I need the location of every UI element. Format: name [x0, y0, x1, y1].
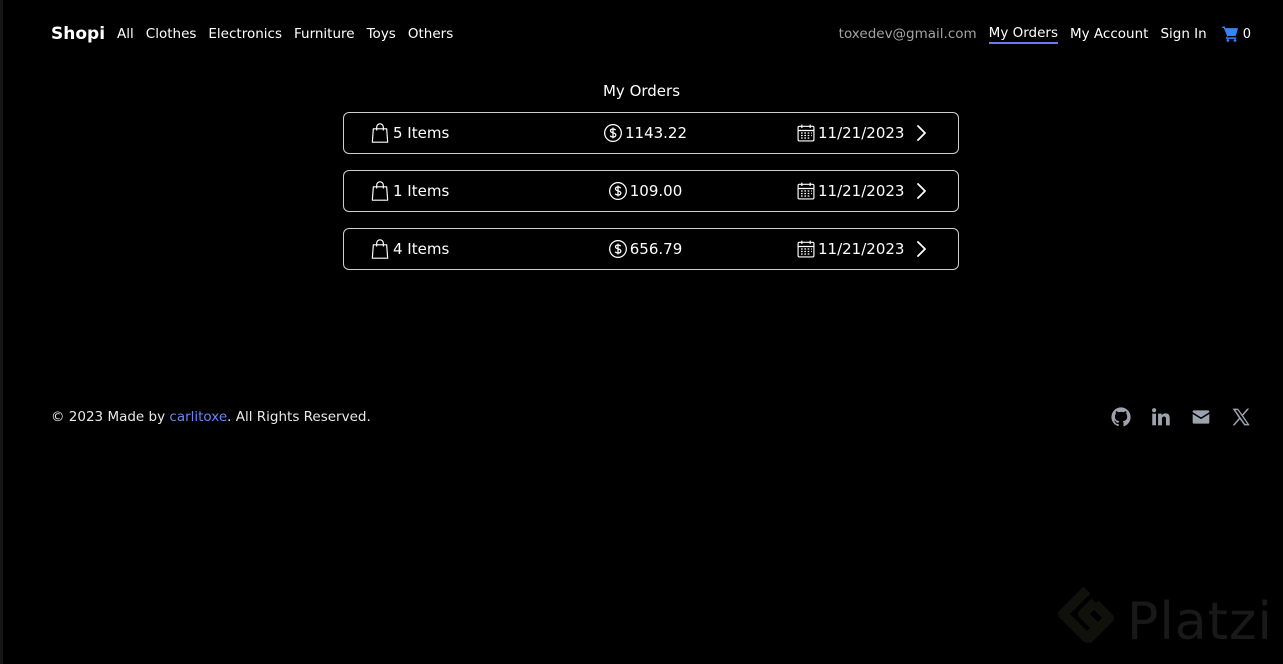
x-link[interactable] [1231, 407, 1251, 427]
nav-link-clothes[interactable]: Clothes [146, 26, 197, 42]
nav-right: toxedev@gmail.com My Orders My Account S… [839, 25, 1251, 44]
order-date: 11/21/2023 [796, 113, 904, 153]
chevron-right-icon [917, 241, 926, 257]
nav-link-others[interactable]: Others [408, 26, 453, 42]
order-date-value: 11/21/2023 [818, 182, 905, 200]
nav-link-all[interactable]: All [117, 26, 134, 42]
author-link[interactable]: carlitoxe [169, 409, 227, 425]
copyright-text: © 2023 Made by carlitoxe. All Rights Res… [51, 409, 371, 425]
order-date-value: 11/21/2023 [818, 240, 905, 258]
dollar-circle-icon [604, 124, 622, 142]
nav-left: Shopi All Clothes Electronics Furniture … [51, 24, 465, 44]
page-title: My Orders [602, 82, 681, 100]
calendar-icon [797, 182, 815, 200]
order-date-value: 11/21/2023 [818, 124, 905, 142]
order-open[interactable] [914, 229, 928, 269]
platzi-logo-icon [1058, 586, 1114, 644]
chevron-right-icon [917, 125, 926, 141]
order-total-value: 109.00 [629, 182, 683, 200]
order-open[interactable] [914, 113, 928, 153]
order-items-count: 5 Items [393, 124, 450, 142]
linkedin-icon [1152, 408, 1170, 426]
social-links [1091, 407, 1251, 427]
order-card[interactable]: 5 Items 1143.22 11/21/2023 [343, 112, 959, 154]
orders-list: 5 Items 1143.22 11/21/2023 1 Items 109.0… [343, 112, 959, 286]
footer: © 2023 Made by carlitoxe. All Rights Res… [51, 404, 1251, 430]
mail-icon [1192, 410, 1210, 424]
order-total-value: 1143.22 [624, 124, 688, 142]
calendar-icon [797, 124, 815, 142]
copyright-suffix: . All Rights Reserved. [227, 409, 371, 425]
dollar-circle-icon [608, 182, 627, 200]
shopping-cart-icon [1221, 26, 1238, 42]
cart-button[interactable]: 0 [1221, 25, 1251, 43]
x-icon [1232, 408, 1250, 426]
order-total: 109.00 [580, 171, 710, 211]
nav-link-sign-in[interactable]: Sign In [1160, 26, 1206, 42]
order-total-value: 656.79 [629, 240, 683, 258]
calendar-icon [797, 240, 815, 258]
order-total: 656.79 [580, 229, 710, 269]
order-date: 11/21/2023 [796, 171, 904, 211]
copyright-prefix: © 2023 Made by [51, 409, 170, 425]
dollar-circle-icon [608, 240, 627, 258]
github-link[interactable] [1111, 407, 1131, 427]
nav-link-electronics[interactable]: Electronics [208, 26, 282, 42]
order-items: 4 Items [370, 229, 449, 269]
order-items: 1 Items [370, 171, 449, 211]
chevron-right-icon [917, 183, 926, 199]
order-card[interactable]: 1 Items 109.00 11/21/2023 [343, 170, 959, 212]
order-total: 1143.22 [580, 113, 710, 153]
platzi-watermark: Platzi [1055, 584, 1273, 660]
order-card[interactable]: 4 Items 656.79 11/21/2023 [343, 228, 959, 270]
user-email: toxedev@gmail.com [838, 26, 977, 42]
shopping-bag-icon [371, 239, 389, 259]
shopping-bag-icon [371, 123, 389, 143]
order-items: 5 Items [370, 113, 449, 153]
nav-link-furniture[interactable]: Furniture [294, 26, 355, 42]
linkedin-link[interactable] [1151, 407, 1171, 427]
order-items-count: 4 Items [393, 240, 450, 258]
watermark-text: Platzi [1127, 592, 1273, 652]
navbar: Shopi All Clothes Electronics Furniture … [51, 20, 1251, 48]
nav-link-toys[interactable]: Toys [367, 26, 396, 42]
email-link[interactable] [1191, 407, 1211, 427]
shopping-bag-icon [371, 181, 389, 201]
nav-link-my-orders[interactable]: My Orders [988, 25, 1058, 44]
nav-link-my-account[interactable]: My Account [1070, 26, 1148, 42]
brand-logo[interactable]: Shopi [51, 24, 105, 44]
order-items-count: 1 Items [393, 182, 450, 200]
order-open[interactable] [914, 171, 928, 211]
order-date: 11/21/2023 [796, 229, 904, 269]
github-icon [1111, 407, 1131, 427]
cart-count: 0 [1242, 26, 1251, 42]
